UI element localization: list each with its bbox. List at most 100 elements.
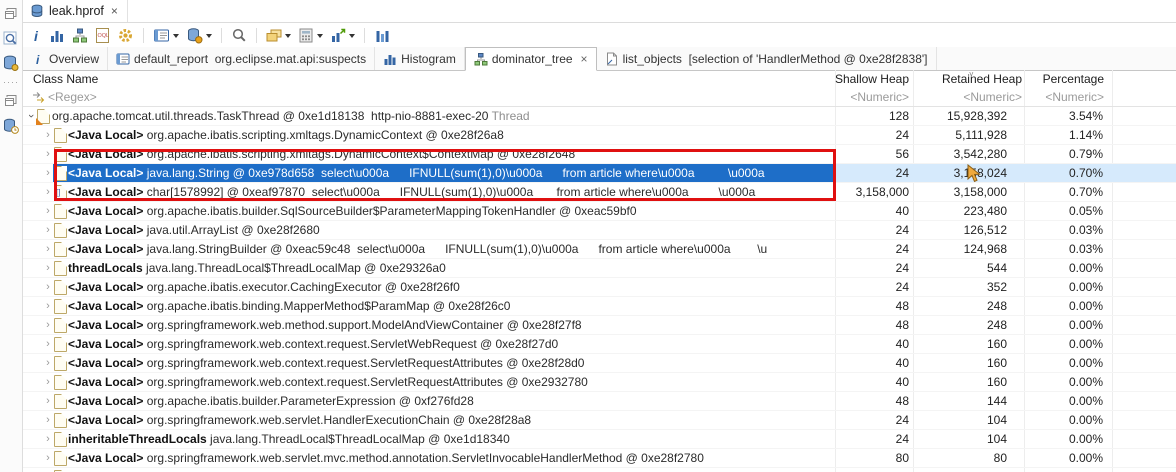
shallow-heap-value: 3,158,000 (855, 185, 909, 199)
restore-window-icon[interactable] (2, 93, 20, 111)
object-icon (54, 242, 67, 257)
compare-icon[interactable] (374, 26, 390, 44)
acquire-heap-dump-icon[interactable] (186, 26, 212, 44)
expand-chevron-icon[interactable]: › (42, 145, 54, 163)
percentage-filter[interactable]: <Numeric> (1022, 88, 1104, 106)
group-by-icon[interactable] (266, 26, 291, 44)
table-row[interactable]: › <Java Local> org.apache.ibatis.builder… (23, 202, 1176, 221)
table-row[interactable]: › <Java Local> java.util.ArrayList @ 0xe… (23, 221, 1176, 240)
chevron-down-icon[interactable] (349, 33, 355, 41)
heap-icon[interactable] (2, 54, 20, 72)
chevron-down-icon[interactable] (206, 33, 212, 41)
expand-chevron-icon[interactable]: › (42, 183, 54, 201)
reference-name: <Java Local> (68, 394, 144, 408)
expand-chevron-icon[interactable]: › (42, 202, 54, 220)
class-name-cell: <Java Local> org.apache.ibatis.executor.… (68, 278, 835, 296)
class-name-cell: <Java Local> org.apache.ibatis.builder.P… (68, 392, 835, 410)
restore-window-icon[interactable] (2, 6, 20, 24)
expand-chevron-icon[interactable]: › (42, 430, 54, 448)
table-row[interactable]: › <Java Local> org.springframework.web.s… (23, 449, 1176, 468)
expand-chevron-icon[interactable]: › (42, 221, 54, 239)
table-row[interactable]: › threadLocals java.lang.ThreadLocal$Thr… (23, 259, 1176, 278)
shallow-heap-filter[interactable]: <Numeric> (829, 88, 909, 106)
expand-chevron-icon[interactable]: › (42, 164, 54, 182)
column-header-percentage[interactable]: Percentage (1022, 70, 1104, 88)
chevron-down-icon[interactable] (173, 33, 179, 41)
regex-filter-icon (33, 92, 45, 103)
class-name-cell: <Java Local> org.springframework.web.con… (68, 335, 835, 353)
tab-list-objects[interactable]: list_objects [selection of 'HandlerMetho… (597, 47, 937, 70)
class-name-cell: <Java Local> org.springframework.web.ser… (68, 411, 835, 429)
close-icon[interactable]: × (581, 52, 588, 66)
retained-heap-value: 104 (986, 432, 1007, 446)
table-row[interactable]: › <Java Local> org.apache.ibatis.binding… (23, 297, 1176, 316)
expand-chevron-icon[interactable]: › (42, 126, 54, 144)
expand-chevron-icon[interactable]: › (42, 468, 54, 472)
table-row[interactable]: › <Java Local> org.springframework.web.c… (23, 373, 1176, 392)
percentage-value: 0.03% (1068, 242, 1103, 256)
expand-chevron-icon[interactable]: › (42, 297, 54, 315)
reference-name: <Java Local> (68, 204, 144, 218)
class-name: org.springframework.web.servlet.HandlerE… (143, 413, 532, 427)
retained-heap-value: 160 (986, 375, 1007, 389)
tab-label: Overview (49, 51, 100, 66)
table-row[interactable]: › <Java Local> org.apache.ibatis.scripti… (23, 126, 1176, 145)
object-icon (54, 394, 67, 409)
expand-chevron-icon[interactable]: › (42, 411, 54, 429)
export-icon[interactable] (330, 26, 355, 44)
expand-chevron-icon[interactable]: › (42, 240, 54, 258)
chevron-down-icon[interactable] (285, 33, 291, 41)
shallow-heap-value: 48 (895, 299, 909, 313)
table-row[interactable]: › <Java Local> org.apache.ibatis.executo… (23, 278, 1176, 297)
tab-default-report[interactable]: default_report org.eclipse.mat.api:suspe… (108, 47, 376, 70)
table-row[interactable]: › <Java Local> java.lang.StringBuilder @… (23, 240, 1176, 259)
expand-chevron-icon[interactable]: › (42, 278, 54, 296)
settings-gear-icon[interactable] (117, 26, 134, 44)
expand-chevron-icon[interactable]: › (42, 392, 54, 410)
tab-label: Histogram (401, 51, 456, 66)
close-icon[interactable]: × (111, 4, 118, 18)
reference-name: <Java Local> (68, 166, 144, 180)
column-header-shallow-heap[interactable]: Shallow Heap (829, 70, 909, 88)
table-row[interactable]: › org.apache.tomcat.util.threads.TaskThr… (23, 107, 1176, 126)
table-row[interactable]: › <Java Local> org.springframework.web.s… (23, 411, 1176, 430)
table-row[interactable]: › <Java Local> char[1578992] @ 0xeaf9787… (23, 183, 1176, 202)
calculator-icon[interactable] (298, 26, 323, 44)
run-expert-report-icon[interactable] (153, 26, 179, 44)
tab-histogram[interactable]: Histogram (375, 47, 465, 70)
info-icon[interactable]: i (32, 26, 42, 44)
table-row[interactable]: › <Java Local> org.springframework.web.c… (23, 354, 1176, 373)
retained-heap-value: 124,968 (963, 242, 1007, 256)
chevron-down-icon[interactable] (317, 33, 323, 41)
column-header-class-name[interactable]: Class Name (33, 70, 98, 88)
expand-chevron-icon[interactable]: › (42, 259, 54, 277)
table-row[interactable]: › <Java Local> org.springframework.web.c… (23, 335, 1176, 354)
expand-chevron-icon[interactable]: › (42, 316, 54, 334)
table-row[interactable]: › <Java Local> java.lang.String @ 0xe978… (23, 164, 1176, 183)
expand-chevron-icon[interactable]: › (42, 335, 54, 353)
table-row[interactable]: › <Java Local> org.apache.ibatis.builder… (23, 392, 1176, 411)
dominator-tree-icon[interactable] (72, 26, 88, 44)
tab-overview[interactable]: i Overview (23, 47, 109, 70)
histogram-icon[interactable] (49, 26, 65, 44)
table-row[interactable]: › inheritedAccessControlContext java.sec… (23, 468, 1176, 472)
percentage-value: 0.79% (1068, 147, 1103, 161)
retained-heap-filter[interactable]: <Numeric> (913, 88, 1022, 106)
tab-dominator-tree[interactable]: dominator_tree × (464, 47, 597, 71)
expand-chevron-icon[interactable]: › (42, 449, 54, 467)
class-name-filter[interactable]: <Regex> (48, 88, 97, 106)
search-icon[interactable] (231, 26, 247, 44)
expand-chevron-icon[interactable]: › (42, 373, 54, 391)
expand-chevron-icon[interactable]: › (42, 354, 54, 372)
inspector-icon[interactable] (2, 30, 20, 48)
tree-rows: › org.apache.tomcat.util.threads.TaskThr… (23, 107, 1176, 472)
column-header-retained-heap[interactable]: Retained Heap (913, 70, 1022, 88)
editor-tab-leak-hprof[interactable]: leak.hprof × (23, 0, 128, 22)
oql-icon[interactable]: OQL (95, 26, 110, 44)
table-row[interactable]: › inheritableThreadLocals java.lang.Thre… (23, 430, 1176, 449)
table-row[interactable]: › <Java Local> org.apache.ibatis.scripti… (23, 145, 1176, 164)
table-row[interactable]: › <Java Local> org.springframework.web.m… (23, 316, 1176, 335)
percentage-value: 1.14% (1068, 128, 1103, 142)
heap-history-icon[interactable] (2, 117, 20, 135)
class-name: org.springframework.web.servlet.mvc.meth… (143, 451, 704, 465)
